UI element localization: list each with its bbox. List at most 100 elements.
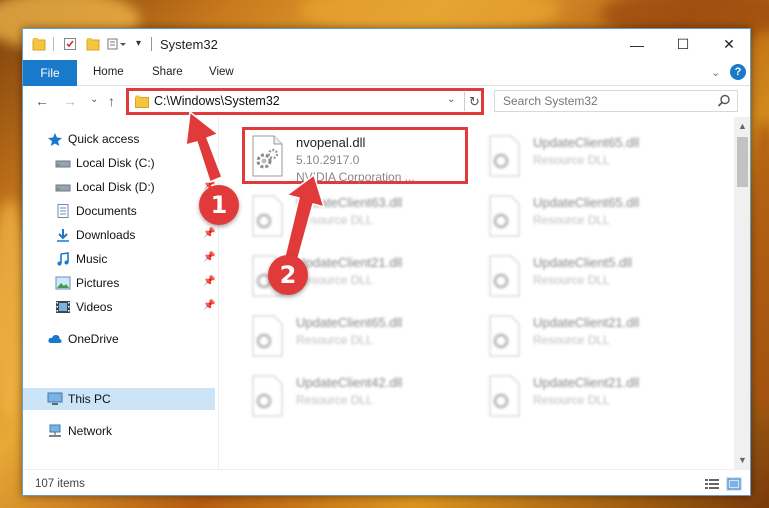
dll-file-icon (489, 135, 520, 177)
search-icon[interactable] (717, 94, 731, 108)
drive-icon (55, 184, 71, 192)
network-icon (49, 424, 61, 437)
nav-item-local-disk-c[interactable]: Local Disk (C:) 📌 (23, 152, 215, 174)
search-input[interactable]: Search System32 (494, 90, 738, 112)
pin-icon[interactable]: 📌 (203, 300, 215, 311)
address-path[interactable]: C:\Windows\System32 (154, 94, 280, 108)
file-tile[interactable]: UpdateClient21.dll Resource DLL (483, 309, 703, 365)
nav-item-onedrive[interactable]: OneDrive (23, 328, 215, 350)
file-name: UpdateClient65.dll (296, 315, 403, 330)
nav-label: Network (68, 424, 113, 438)
file-tile[interactable]: UpdateClient65.dll Resource DLL (246, 309, 466, 365)
music-icon (57, 252, 69, 266)
file-tile[interactable]: UpdateClient42.dll Resource DLL (246, 369, 466, 425)
dll-file-icon (252, 315, 283, 357)
window-title: System32 (160, 37, 218, 52)
forward-arrow-icon[interactable]: → (63, 93, 77, 109)
nav-item-this-pc[interactable]: This PC (23, 388, 215, 410)
file-name: UpdateClient21.dll (533, 375, 640, 390)
file-name: UpdateClient63.dll (296, 195, 403, 210)
scroll-down-icon[interactable]: ▼ (738, 455, 747, 465)
help-button[interactable]: ? (730, 64, 746, 80)
documents-icon (57, 204, 69, 218)
refresh-icon[interactable]: ↻ (464, 92, 484, 111)
file-type: Resource DLL (533, 333, 610, 347)
file-tile[interactable]: UpdateClient65.dll Resource DLL (483, 189, 703, 245)
file-tile[interactable]: UpdateClient21.dll Resource DLL (483, 369, 703, 425)
nav-item-local-disk-d[interactable]: Local Disk (D:) 📌 (23, 176, 215, 198)
pin-icon[interactable]: 📌 (203, 156, 215, 167)
tab-file[interactable]: File (23, 60, 77, 86)
folder-icon[interactable] (32, 37, 46, 51)
ribbon-tabs: File Home Share View ⌄ ? (23, 60, 750, 86)
nav-item-pictures[interactable]: Pictures 📌 (23, 272, 215, 294)
dll-file-icon (252, 375, 283, 417)
qat-dropdown-icon[interactable]: ▾ (136, 38, 141, 49)
dll-file-icon (252, 135, 283, 177)
file-name: nvopenal.dll (296, 135, 366, 150)
videos-icon (56, 301, 70, 313)
file-tile[interactable]: UpdateClient65.dll Resource DLL (483, 129, 703, 185)
pin-icon[interactable]: 📌 (203, 252, 215, 263)
address-bar[interactable]: C:\Windows\System32 ⌄ ↻ (126, 88, 484, 115)
file-company: NVIDIA Corporation ... (296, 170, 415, 184)
search-placeholder: Search System32 (503, 94, 598, 108)
up-arrow-icon[interactable]: ↑ (108, 93, 115, 109)
scroll-thumb[interactable] (737, 137, 748, 187)
dll-file-icon (489, 375, 520, 417)
back-arrow-icon[interactable]: ← (35, 93, 49, 109)
item-count: 107 items (35, 478, 85, 490)
file-name: UpdateClient21.dll (296, 255, 403, 270)
nav-label: Music (76, 252, 108, 266)
minimize-button[interactable]: — (614, 29, 660, 60)
nav-label: Quick access (68, 132, 140, 146)
tab-home[interactable]: Home (93, 66, 124, 78)
file-tile[interactable]: UpdateClient5.dll Resource DLL (483, 249, 703, 305)
recent-locations-icon[interactable]: ⌄ (90, 94, 98, 105)
tab-share[interactable]: Share (152, 66, 183, 78)
details-view-icon[interactable] (704, 477, 720, 491)
address-dropdown-icon[interactable]: ⌄ (447, 94, 455, 105)
dll-file-icon (489, 315, 520, 357)
new-folder-icon[interactable] (86, 37, 100, 51)
vertical-scrollbar[interactable]: ▲ ▼ (734, 117, 750, 469)
qat-separator (53, 37, 54, 51)
file-type: Resource DLL (296, 393, 373, 407)
pin-icon[interactable]: 📌 (203, 228, 215, 239)
file-name: UpdateClient5.dll (533, 255, 633, 270)
file-tile-nvopenal[interactable]: nvopenal.dll 5.10.2917.0 NVIDIA Corporat… (246, 129, 466, 185)
file-name: UpdateClient42.dll (296, 375, 403, 390)
file-name: UpdateClient65.dll (533, 195, 640, 210)
cloud-icon (48, 334, 62, 343)
file-name: UpdateClient65.dll (533, 135, 640, 150)
nav-label: Videos (76, 300, 113, 314)
nav-label: OneDrive (68, 332, 119, 346)
close-button[interactable]: ✕ (706, 29, 750, 60)
dll-file-icon (489, 195, 520, 237)
dll-file-icon (489, 255, 520, 297)
pictures-icon (55, 276, 71, 290)
star-icon (48, 133, 62, 146)
nav-item-videos[interactable]: Videos 📌 (23, 296, 215, 318)
expand-ribbon-icon[interactable]: ⌄ (711, 66, 720, 79)
nav-label: Local Disk (C:) (76, 156, 155, 170)
scroll-up-icon[interactable]: ▲ (738, 121, 747, 131)
maximize-button[interactable]: ☐ (660, 29, 706, 60)
nav-item-quick-access[interactable]: Quick access (23, 128, 215, 150)
nav-label: This PC (68, 392, 111, 406)
pin-icon[interactable]: 📌 (203, 276, 215, 287)
file-tile[interactable]: UpdateClient63.dll Resource DLL (246, 189, 466, 245)
nav-item-music[interactable]: Music 📌 (23, 248, 215, 270)
properties-icon[interactable] (63, 37, 77, 51)
nav-label: Downloads (76, 228, 136, 242)
tab-view[interactable]: View (209, 66, 234, 78)
customize-qat-icon[interactable] (107, 37, 129, 51)
nav-item-documents[interactable]: Documents 📌 (23, 200, 215, 222)
nav-item-downloads[interactable]: Downloads 📌 (23, 224, 215, 246)
tiles-view-icon[interactable] (726, 477, 742, 491)
status-bar: 107 items (23, 469, 750, 495)
file-type: Resource DLL (533, 213, 610, 227)
title-bar: ▾ System32 — ☐ ✕ (23, 29, 750, 60)
nav-item-network[interactable]: Network (23, 420, 215, 442)
folder-icon (135, 95, 149, 108)
